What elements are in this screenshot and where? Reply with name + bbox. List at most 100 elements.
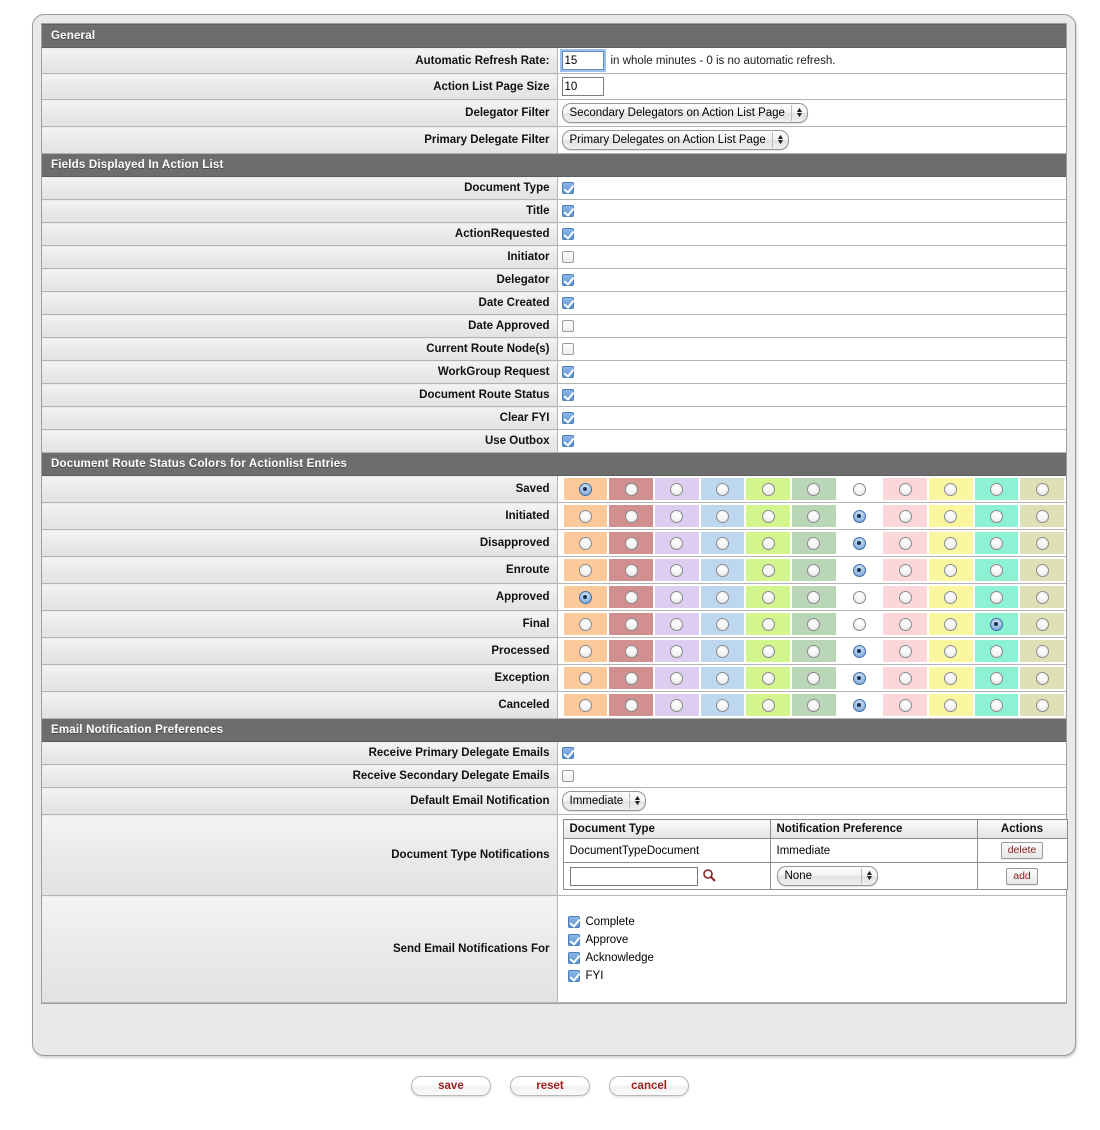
status-canceled-swatch-lavender[interactable] [654, 694, 699, 716]
status-final-radio-light-blue[interactable] [715, 617, 729, 631]
status-processed-swatch-orange[interactable] [563, 640, 608, 662]
status-saved-swatch-dark-rose[interactable] [609, 478, 653, 500]
status-initiated-swatch-turquoise[interactable] [974, 505, 1019, 527]
status-saved-radio-yellow-green[interactable] [761, 482, 775, 496]
status-initiated-radio-sage-green[interactable] [807, 509, 821, 523]
automatic-refresh-rate-input[interactable] [559, 49, 606, 72]
field-workgroup-request-checkbox[interactable] [561, 366, 574, 379]
status-processed-swatch-yellow-green[interactable] [746, 640, 790, 662]
delete-button[interactable]: delete [1000, 842, 1044, 859]
status-processed-radio-light-blue[interactable] [715, 644, 729, 658]
status-initiated-radio-pink[interactable] [898, 509, 912, 523]
status-disapproved-radio-khaki[interactable] [1035, 536, 1049, 550]
status-approved-radio-orange[interactable] [578, 590, 592, 604]
status-initiated-radio-light-blue[interactable] [715, 509, 729, 523]
status-disapproved-swatch-light-blue[interactable] [700, 532, 745, 554]
receive-secondary-delegate-emails-checkbox[interactable] [561, 770, 574, 783]
status-exception-swatch-orange[interactable] [563, 667, 608, 689]
status-processed-radio-yellow[interactable] [944, 644, 958, 658]
status-saved-radio-light-blue[interactable] [715, 482, 729, 496]
status-saved-radio-yellow[interactable] [944, 482, 958, 496]
status-enroute-radio-yellow[interactable] [944, 563, 958, 577]
status-exception-swatch-yellow-green[interactable] [746, 667, 790, 689]
status-exception-radio-yellow-green[interactable] [761, 671, 775, 685]
status-exception-swatch-khaki[interactable] [1020, 667, 1064, 689]
status-saved-radio-dark-rose[interactable] [624, 482, 638, 496]
status-disapproved-swatch-khaki[interactable] [1020, 532, 1064, 554]
status-enroute-swatch-turquoise[interactable] [974, 559, 1019, 581]
status-saved-swatch-pink[interactable] [883, 478, 927, 500]
status-initiated-swatch-yellow-green[interactable] [746, 505, 790, 527]
status-disapproved-radio-yellow[interactable] [944, 536, 958, 550]
field-current-route-node-s-checkbox[interactable] [561, 343, 574, 356]
status-canceled-swatch-pink[interactable] [883, 694, 927, 716]
field-initiator-checkbox[interactable] [561, 251, 574, 264]
action-list-page-size-input[interactable] [561, 77, 604, 96]
status-initiated-swatch-white[interactable] [837, 505, 882, 527]
field-date-approved-checkbox[interactable] [561, 320, 574, 333]
status-initiated-swatch-dark-rose[interactable] [609, 505, 653, 527]
status-initiated-swatch-orange[interactable] [563, 505, 608, 527]
status-final-radio-pink[interactable] [898, 617, 912, 631]
status-exception-swatch-white[interactable] [837, 667, 882, 689]
send-for-approve-checkbox[interactable] [567, 934, 580, 946]
status-enroute-swatch-orange[interactable] [563, 559, 608, 581]
status-approved-swatch-orange[interactable] [563, 586, 608, 608]
status-final-swatch-pink[interactable] [883, 613, 927, 635]
status-final-radio-yellow-green[interactable] [761, 617, 775, 631]
status-approved-swatch-yellow-green[interactable] [746, 586, 790, 608]
status-exception-radio-orange[interactable] [578, 671, 592, 685]
status-disapproved-swatch-white[interactable] [837, 532, 882, 554]
field-document-type-checkbox[interactable] [561, 182, 574, 195]
status-approved-swatch-white[interactable] [837, 586, 882, 608]
status-disapproved-radio-dark-rose[interactable] [624, 536, 638, 550]
status-saved-swatch-khaki[interactable] [1020, 478, 1064, 500]
status-processed-swatch-pink[interactable] [883, 640, 927, 662]
status-enroute-radio-lavender[interactable] [670, 563, 684, 577]
status-saved-radio-sage-green[interactable] [807, 482, 821, 496]
add-notification-preference-select[interactable]: None ▲ ▼ [776, 866, 878, 886]
status-final-swatch-khaki[interactable] [1020, 613, 1064, 635]
status-disapproved-radio-orange[interactable] [578, 536, 592, 550]
status-final-radio-turquoise[interactable] [989, 617, 1003, 631]
status-enroute-swatch-dark-rose[interactable] [609, 559, 653, 581]
status-initiated-swatch-lavender[interactable] [654, 505, 699, 527]
status-disapproved-swatch-yellow-green[interactable] [746, 532, 790, 554]
status-exception-swatch-yellow[interactable] [928, 667, 973, 689]
status-processed-swatch-khaki[interactable] [1020, 640, 1064, 662]
status-disapproved-swatch-orange[interactable] [563, 532, 608, 554]
save-button[interactable]: save [410, 1076, 491, 1096]
status-final-swatch-turquoise[interactable] [974, 613, 1019, 635]
status-enroute-swatch-white[interactable] [837, 559, 882, 581]
magnifier-icon[interactable] [702, 868, 717, 883]
status-approved-radio-yellow-green[interactable] [761, 590, 775, 604]
status-canceled-radio-white[interactable] [852, 698, 866, 712]
status-canceled-radio-khaki[interactable] [1035, 698, 1049, 712]
status-processed-radio-dark-rose[interactable] [624, 644, 638, 658]
status-canceled-swatch-yellow[interactable] [928, 694, 973, 716]
status-initiated-radio-khaki[interactable] [1035, 509, 1049, 523]
default-email-notification-select[interactable]: Immediate ▲ ▼ [561, 791, 647, 811]
status-enroute-radio-dark-rose[interactable] [624, 563, 638, 577]
status-approved-swatch-sage-green[interactable] [791, 586, 836, 608]
status-saved-swatch-orange[interactable] [563, 478, 608, 500]
status-canceled-swatch-orange[interactable] [563, 694, 608, 716]
status-final-swatch-sage-green[interactable] [791, 613, 836, 635]
status-canceled-radio-pink[interactable] [898, 698, 912, 712]
status-saved-swatch-turquoise[interactable] [974, 478, 1019, 500]
status-processed-swatch-turquoise[interactable] [974, 640, 1019, 662]
status-enroute-swatch-light-blue[interactable] [700, 559, 745, 581]
status-exception-swatch-pink[interactable] [883, 667, 927, 689]
status-canceled-radio-dark-rose[interactable] [624, 698, 638, 712]
status-approved-radio-yellow[interactable] [944, 590, 958, 604]
status-approved-radio-white[interactable] [852, 590, 866, 604]
status-saved-radio-khaki[interactable] [1035, 482, 1049, 496]
status-approved-swatch-turquoise[interactable] [974, 586, 1019, 608]
status-initiated-swatch-yellow[interactable] [928, 505, 973, 527]
field-use-outbox-checkbox[interactable] [561, 435, 574, 448]
status-canceled-radio-yellow[interactable] [944, 698, 958, 712]
status-saved-swatch-white[interactable] [837, 478, 882, 500]
status-initiated-radio-yellow-green[interactable] [761, 509, 775, 523]
status-canceled-swatch-sage-green[interactable] [791, 694, 836, 716]
status-exception-swatch-sage-green[interactable] [791, 667, 836, 689]
